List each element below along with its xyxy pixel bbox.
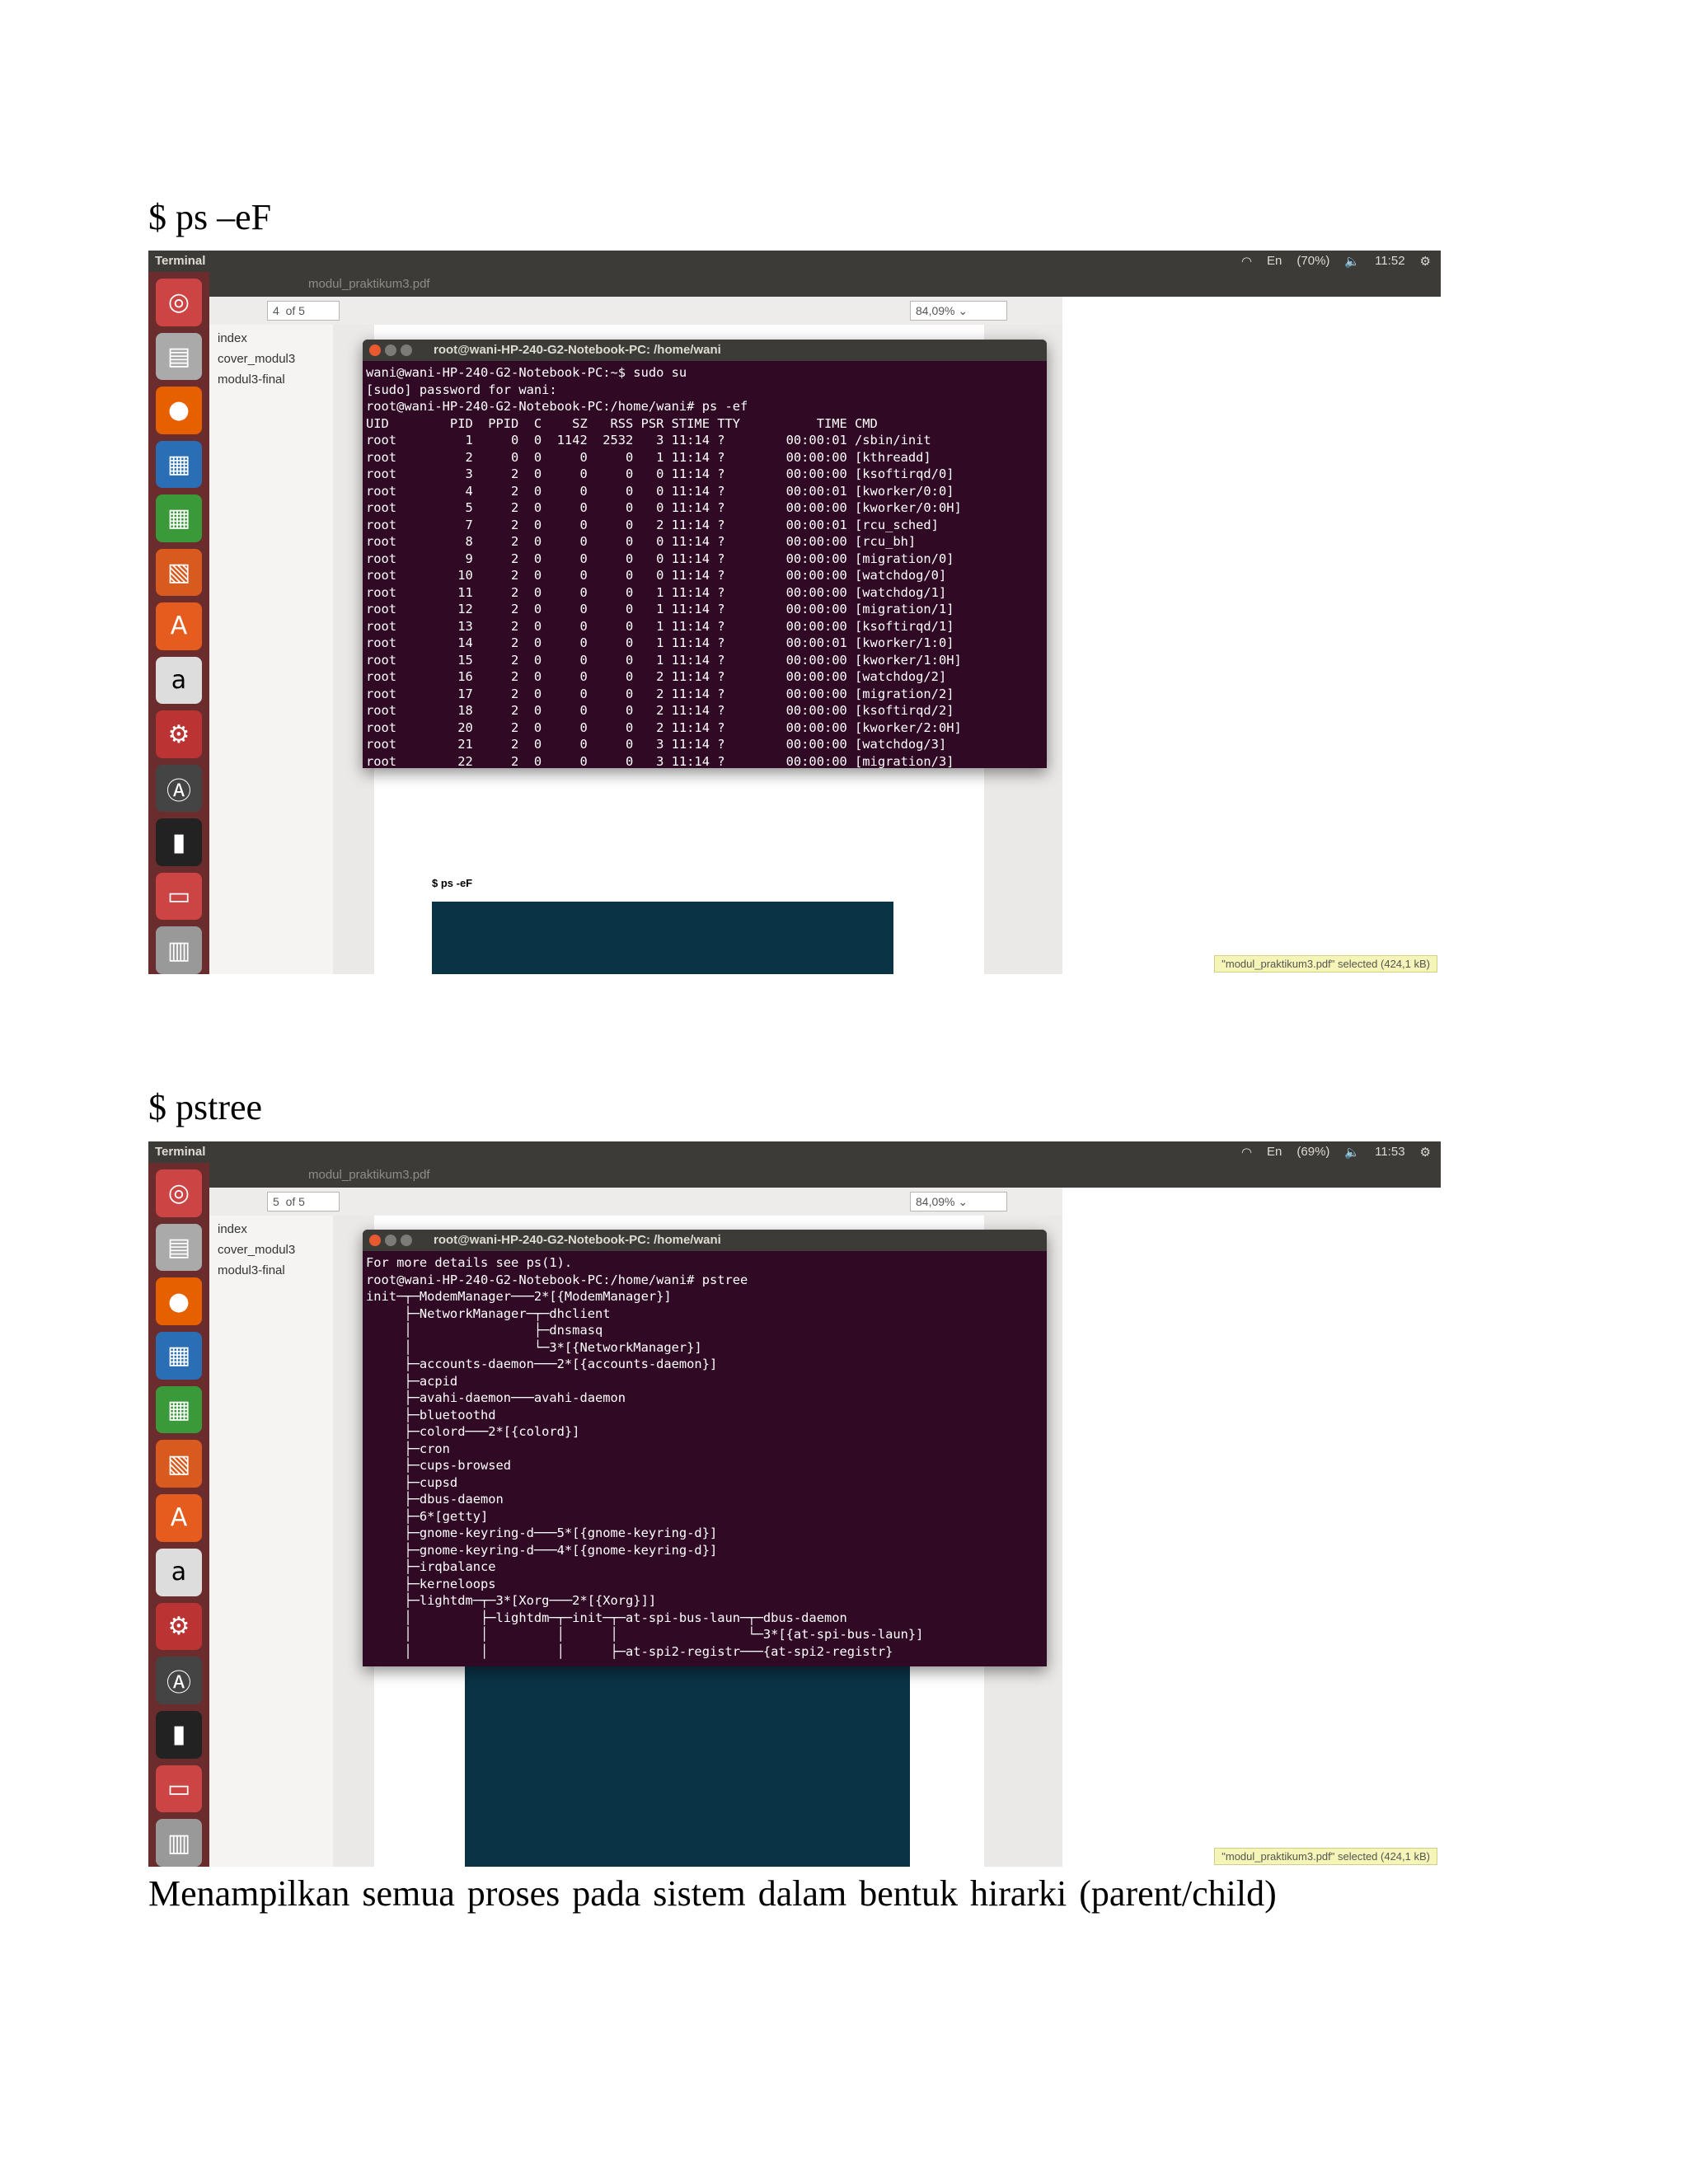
volume-icon[interactable]: 🔈 <box>1344 254 1360 269</box>
files-icon[interactable]: ▤ <box>156 332 202 381</box>
battery-indicator[interactable]: (70%) <box>1296 254 1329 269</box>
wifi-icon[interactable]: ◠ <box>1241 1145 1252 1160</box>
maximize-icon[interactable] <box>401 344 412 356</box>
panel-title: Terminal <box>155 1145 206 1159</box>
app-icon[interactable]: ▭ <box>156 872 202 921</box>
terminal-title: root@wani-HP-240-G2-Notebook-PC: /home/w… <box>434 343 721 357</box>
zoom-select[interactable]: 84,09% ⌄ <box>910 301 1007 321</box>
blank-pane <box>1062 297 1441 974</box>
terminal-titlebar: root@wani-HP-240-G2-Notebook-PC: /home/w… <box>363 340 1047 361</box>
screenshot-ps-ef: Terminal ◠ En (70%) 🔈 11:52 ⚙ ◎ ▤ ● ▦ ▦ … <box>148 251 1441 974</box>
calc-icon[interactable]: ▦ <box>156 494 202 542</box>
page-number-input[interactable]: 4 of 5 <box>267 301 340 321</box>
keyboard-layout-indicator[interactable]: En <box>1267 1145 1282 1160</box>
viewer-titlebar: modul_praktikum3.pdf <box>209 272 1441 297</box>
firefox-icon[interactable]: ● <box>156 387 202 434</box>
terminal-title: root@wani-HP-240-G2-Notebook-PC: /home/w… <box>434 1233 721 1247</box>
keyboard-layout-indicator[interactable]: En <box>1267 254 1282 269</box>
software-center-icon[interactable]: A <box>156 602 202 650</box>
zoom-value: 84,09% <box>916 1195 955 1208</box>
caption: Menampilkan semua proses pada sistem dal… <box>148 1873 1277 1914</box>
outline-item[interactable]: index <box>209 1216 333 1236</box>
outline-item[interactable]: modul3-final <box>209 1257 333 1277</box>
trash-icon[interactable]: ▥ <box>156 1819 202 1867</box>
dash-icon[interactable]: ◎ <box>156 1169 202 1217</box>
gear-icon[interactable]: ⚙ <box>1420 254 1431 269</box>
screenshot-pstree: Terminal ◠ En (69%) 🔈 11:53 ⚙ ◎ ▤ ● ▦ ▦ … <box>148 1141 1441 1867</box>
trash-icon[interactable]: ▥ <box>156 926 202 974</box>
page-figure <box>432 902 893 974</box>
updater-icon[interactable]: Ⓐ <box>156 1657 202 1704</box>
updater-icon[interactable]: Ⓐ <box>156 764 202 813</box>
amazon-icon[interactable]: a <box>156 1548 202 1596</box>
ubuntu-top-panel: Terminal ◠ En (70%) 🔈 11:52 ⚙ <box>148 251 1441 272</box>
page-number-input[interactable]: 5 of 5 <box>267 1192 340 1212</box>
page-number: 4 <box>273 304 279 317</box>
files-icon[interactable]: ▤ <box>156 1223 202 1272</box>
terminal-output: wani@wani-HP-240-G2-Notebook-PC:~$ sudo … <box>366 365 962 769</box>
viewer-toolbar: 5 of 5 84,09% ⌄ <box>209 1188 1062 1216</box>
outline-item[interactable]: cover_modul3 <box>209 1236 333 1257</box>
terminal-icon[interactable]: ▮ <box>156 818 202 866</box>
amazon-icon[interactable]: a <box>156 656 202 705</box>
wifi-icon[interactable]: ◠ <box>1241 254 1252 269</box>
settings-icon[interactable]: ⚙ <box>156 1602 202 1651</box>
status-bar: "modul_praktikum3.pdf" selected (424,1 k… <box>1214 955 1437 972</box>
viewer-titlebar: modul_praktikum3.pdf <box>209 1163 1441 1188</box>
impress-icon[interactable]: ▧ <box>156 1440 202 1488</box>
app-icon[interactable]: ▭ <box>156 1765 202 1813</box>
battery-indicator[interactable]: (69%) <box>1296 1145 1329 1160</box>
clock[interactable]: 11:53 <box>1375 1145 1404 1160</box>
calc-icon[interactable]: ▦ <box>156 1385 202 1434</box>
viewer-toolbar: 4 of 5 84,09% ⌄ <box>209 297 1062 326</box>
dash-icon[interactable]: ◎ <box>156 279 202 326</box>
launcher: ◎ ▤ ● ▦ ▦ ▧ A a ⚙ Ⓐ ▮ ▭ ▥ <box>148 1163 209 1867</box>
outline-sidebar: index cover_modul3 modul3-final <box>209 325 334 974</box>
panel-title: Terminal <box>155 254 206 268</box>
page-count: of 5 <box>285 304 305 317</box>
terminal-titlebar: root@wani-HP-240-G2-Notebook-PC: /home/w… <box>363 1230 1047 1251</box>
close-icon[interactable] <box>369 1235 381 1246</box>
viewer-title: modul_praktikum3.pdf <box>308 277 430 291</box>
gear-icon[interactable]: ⚙ <box>1420 1145 1431 1160</box>
terminal-window[interactable]: root@wani-HP-240-G2-Notebook-PC: /home/w… <box>363 1230 1047 1666</box>
minimize-icon[interactable] <box>385 344 396 356</box>
heading-pstree: $ pstree <box>148 1087 263 1127</box>
outline-item[interactable]: index <box>209 325 333 345</box>
terminal-icon[interactable]: ▮ <box>156 1710 202 1759</box>
settings-icon[interactable]: ⚙ <box>156 710 202 758</box>
software-center-icon[interactable]: A <box>156 1494 202 1542</box>
page-count: of 5 <box>285 1195 305 1208</box>
close-icon[interactable] <box>369 344 381 356</box>
outline-item[interactable]: modul3-final <box>209 366 333 387</box>
clock[interactable]: 11:52 <box>1375 254 1404 269</box>
viewer-title: modul_praktikum3.pdf <box>308 1168 430 1182</box>
zoom-select[interactable]: 84,09% ⌄ <box>910 1192 1007 1212</box>
terminal-output: For more details see ps(1). root@wani-HP… <box>366 1255 924 1659</box>
impress-icon[interactable]: ▧ <box>156 548 202 597</box>
launcher: ◎ ▤ ● ▦ ▦ ▧ A a ⚙ Ⓐ ▮ ▭ ▥ <box>148 272 209 974</box>
page-number: 5 <box>273 1195 279 1208</box>
volume-icon[interactable]: 🔈 <box>1344 1145 1360 1160</box>
writer-icon[interactable]: ▦ <box>156 1332 202 1380</box>
ubuntu-top-panel: Terminal ◠ En (69%) 🔈 11:53 ⚙ <box>148 1141 1441 1163</box>
status-bar: "modul_praktikum3.pdf" selected (424,1 k… <box>1214 1848 1437 1865</box>
minimize-icon[interactable] <box>385 1235 396 1246</box>
terminal-window[interactable]: root@wani-HP-240-G2-Notebook-PC: /home/w… <box>363 340 1047 769</box>
zoom-value: 84,09% <box>916 304 955 317</box>
writer-icon[interactable]: ▦ <box>156 440 202 489</box>
maximize-icon[interactable] <box>401 1235 412 1246</box>
outline-sidebar: index cover_modul3 modul3-final <box>209 1216 334 1867</box>
outline-item[interactable]: cover_modul3 <box>209 345 333 366</box>
page-bullet: $ ps -eF <box>432 877 473 889</box>
blank-pane <box>1062 1188 1441 1867</box>
heading-ps-ef: $ ps –eF <box>148 197 272 237</box>
firefox-icon[interactable]: ● <box>156 1277 202 1326</box>
